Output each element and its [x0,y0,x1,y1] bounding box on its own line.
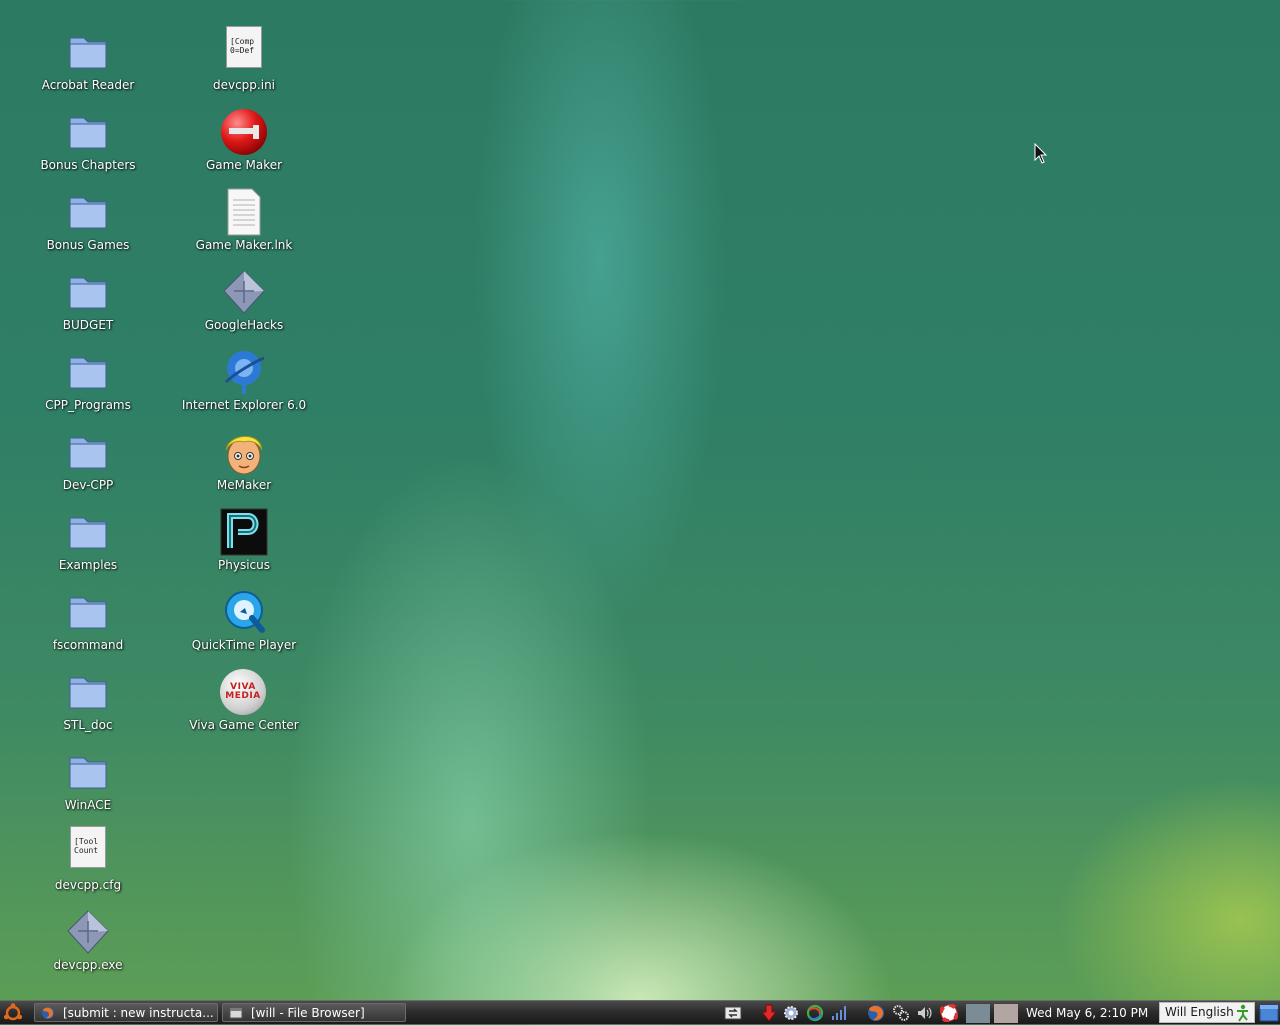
desktop-icon-winace[interactable]: WinACE [18,746,158,818]
user-switcher[interactable]: Will English [1159,1002,1255,1023]
icon-label: Bonus Games [46,238,130,252]
desktop-icon-dev-cpp[interactable]: Dev-CPP [18,426,158,498]
icon-label: Internet Explorer 6.0 [181,398,307,412]
executable-icon [67,910,109,954]
icon-label: Acrobat Reader [41,78,135,92]
quicktime-icon [225,591,265,633]
icon-label: Game Maker [205,158,283,172]
file-preview-line: 0=Def [230,46,255,55]
memaker-icon [225,436,263,475]
desktop-icon-game-maker[interactable]: Game Maker [174,106,314,178]
folder-icon [69,677,107,709]
help-icon[interactable] [940,1004,958,1022]
file-preview-line: [Tool [74,837,99,846]
user-name: Will English [1165,1005,1234,1019]
task-file-browser[interactable]: [will - File Browser] [222,1003,406,1022]
icon-label: Game Maker.lnk [195,238,293,252]
icon-label: STL_doc [63,718,113,732]
workspace-2[interactable] [994,1004,1018,1023]
mouse-pointer-icon [1034,143,1048,164]
game-maker-icon [221,109,267,155]
firefox-icon[interactable] [867,1004,885,1022]
compiz-icon[interactable] [806,1004,824,1022]
show-desktop-icon[interactable] [1259,1003,1279,1023]
system-icon[interactable] [892,1004,910,1022]
executable-icon [223,270,265,314]
icon-label: devcpp.ini [212,78,276,92]
file-preview-line: [Comp [230,37,255,46]
folder-icon [69,197,107,229]
firefox-icon [42,1007,54,1019]
folder-icon [69,757,107,789]
icon-label: devcpp.cfg [54,878,122,892]
viva-media-icon: VIVA MEDIA [220,669,266,715]
icon-label: BUDGET [62,318,114,332]
icon-label: QuickTime Player [191,638,297,652]
task-label: [submit : new instructa... [63,1006,214,1020]
icon-label: Viva Game Center [189,718,299,732]
desktop-icon-acrobat-reader[interactable]: Acrobat Reader [18,26,158,98]
icon-label: Dev-CPP [62,478,114,492]
desktop-icon-googlehacks[interactable]: GoogleHacks [174,266,314,338]
folder-icon [69,37,107,69]
desktop-icon-game-maker-lnk[interactable]: Game Maker.lnk [174,186,314,258]
folder-icon [69,517,107,549]
internet-explorer-icon [224,351,265,394]
text-file-icon: [Comp 0=Def [226,26,262,68]
network-icon[interactable] [724,1004,742,1022]
icon-label: CPP_Programs [45,398,131,412]
desktop-icon-examples[interactable]: Examples [18,506,158,578]
desktop-icon-viva-game-center[interactable]: VIVA MEDIA Viva Game Center [174,666,314,738]
text-file-icon: [Tool Count [70,826,106,868]
accessibility-icon [1237,1004,1248,1022]
icon-label: WinACE [64,798,112,812]
desktop-icon-cpp-programs[interactable]: CPP_Programs [18,346,158,418]
desktop-icon-budget[interactable]: BUDGET [18,266,158,338]
folder-icon [69,597,107,629]
desktop-icon-stl-doc[interactable]: STL_doc [18,666,158,738]
settings-icon[interactable] [782,1004,800,1022]
folder-icon [69,357,107,389]
file-browser-icon [229,1007,243,1019]
desktop-icon-quicktime[interactable]: QuickTime Player [174,586,314,658]
volume-icon[interactable] [916,1004,934,1022]
clock[interactable]: Wed May 6, 2:10 PM [1026,1001,1148,1025]
physicus-icon [220,508,268,556]
icon-label: fscommand [52,638,124,652]
icon-label: MeMaker [216,478,272,492]
desktop-icon-bonus-chapters[interactable]: Bonus Chapters [18,106,158,178]
desktop-icon-devcpp-exe[interactable]: devcpp.exe [18,906,158,978]
icon-label: devcpp.exe [53,958,123,972]
desktop-icon-internet-explorer[interactable]: Internet Explorer 6.0 [174,346,314,418]
task-label: [will - File Browser] [251,1006,365,1020]
taskbar: [submit : new instructa... [will - File … [0,1000,1280,1024]
desktop-icon-fscommand[interactable]: fscommand [18,586,158,658]
icon-label: GoogleHacks [204,318,284,332]
desktop-icon-devcpp-cfg[interactable]: [Tool Count devcpp.cfg [18,826,158,898]
icon-label: Bonus Chapters [40,158,136,172]
folder-icon [69,117,107,149]
desktop-icon-bonus-games[interactable]: Bonus Games [18,186,158,258]
icon-label: Physicus [218,558,270,572]
desktop: Acrobat Reader Bonus Chapters Bonus Game… [0,0,1280,1000]
folder-icon [69,277,107,309]
update-icon[interactable] [760,1004,778,1022]
folder-icon [69,437,107,469]
document-icon [227,188,261,236]
file-preview-line: Count [74,846,99,855]
icon-label: Examples [58,558,118,572]
task-submit-instructable[interactable]: [submit : new instructa... [34,1003,218,1022]
signal-icon[interactable] [830,1004,848,1022]
desktop-icon-devcpp-ini[interactable]: [Comp 0=Def devcpp.ini [174,26,314,98]
desktop-icon-physicus[interactable]: Physicus [174,506,314,578]
workspace-1[interactable] [966,1004,990,1023]
ubuntu-menu-icon[interactable] [2,1003,24,1023]
viva-logo-text: VIVA MEDIA [225,682,261,701]
desktop-icon-memaker[interactable]: MeMaker [174,426,314,498]
